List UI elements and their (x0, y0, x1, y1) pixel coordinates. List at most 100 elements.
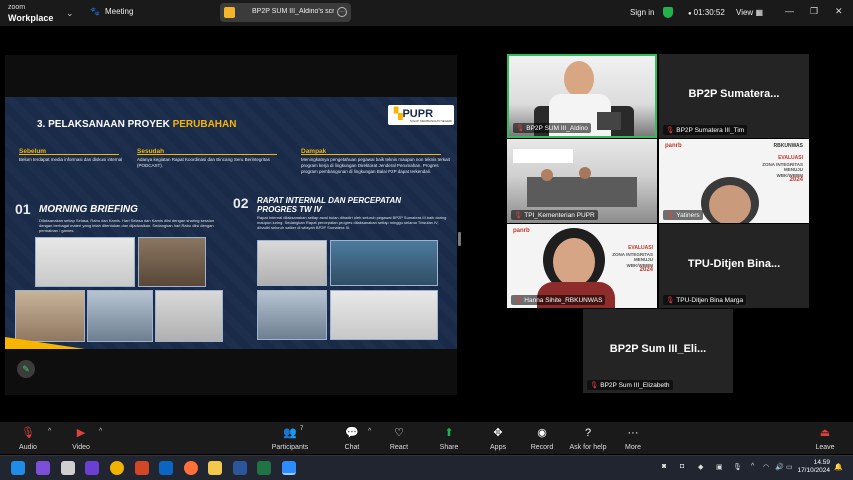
participants-label: Participants (271, 444, 309, 451)
participant-face (553, 238, 595, 286)
tile-display-name: BP2P Sum III_Eli... (609, 343, 707, 355)
meeting-toolbar: 🎙 Audio ^ ▶ Video ^ 👥 Participants 7 💬 C… (0, 422, 853, 454)
panrb-logo: panrb (513, 228, 530, 234)
section2-title-line1: RAPAT INTERNAL DAN PERCEPATAN (257, 196, 401, 205)
briefing-schedule-photo (35, 237, 135, 287)
battery-icon[interactable]: ▭ (786, 463, 793, 471)
rbkunwas-logo: RBKUNWAS (773, 143, 803, 149)
react-button[interactable]: ♡ React (371, 426, 427, 451)
tile-name-tag: 🎙 TPI_Kementerian PUPR (511, 210, 598, 220)
participants-count: 7 (300, 426, 304, 432)
briefing-photo-1 (138, 237, 206, 287)
evaluation-banner: EVALUASI ZONA INTEGRITAS MENUJU WBK/WBBM… (762, 155, 803, 184)
video-tile-tpu-bina-marga[interactable]: TPU-Ditjen Bina... 🎙 TPU-Ditjen Bina Marg… (659, 224, 809, 308)
powerpoint-icon[interactable] (135, 461, 149, 475)
col-before-divider (19, 154, 119, 155)
video-tile-aldino[interactable]: 🎙 BP2P SUM III_Aldino (507, 54, 657, 138)
more-label: More (625, 444, 641, 451)
more-dots-icon: ··· (627, 427, 639, 439)
mic-muted-icon: 🎙 (516, 125, 525, 132)
splitter-handle[interactable] (458, 232, 461, 246)
more-options-icon[interactable]: ··· (337, 7, 347, 17)
view-button[interactable]: View ▦ (736, 8, 763, 17)
window-light (513, 149, 573, 163)
tile-name: TPI_Kementerian PUPR (524, 212, 595, 219)
participant-face (564, 61, 594, 97)
meeting-tab[interactable]: 🐾 Meeting (90, 7, 133, 16)
video-tile-bp2p-tim[interactable]: BP2P Sumatera... 🎙 BP2P Sumatera III_Tim (659, 54, 809, 138)
title-bar: zoom Workplace ⌄ 🐾 Meeting BP2P SUM III_A… (0, 0, 853, 26)
video-tile-hanna[interactable]: panrb EVALUASI ZONA INTEGRITAS MENUJU WB… (507, 224, 657, 308)
tile-name: Hanna Sihite_RBKUNWAS (524, 297, 603, 304)
zoom-taskbar-icon[interactable] (282, 461, 296, 475)
close-icon[interactable]: ✕ (835, 6, 843, 17)
firefox-icon[interactable] (184, 461, 198, 475)
minimize-icon[interactable]: — (785, 6, 794, 16)
tile-name-tag: 🎙 Yatiners (663, 210, 703, 220)
annotate-pencil-icon[interactable]: ✎ (17, 360, 35, 378)
mic-muted-icon: 🎙 (666, 127, 675, 134)
video-tile-tpi-pupr[interactable]: 🎙 TPI_Kementerian PUPR (507, 139, 657, 223)
briefing-photo-4 (155, 290, 223, 342)
tray-icon-4[interactable]: ▣ (716, 463, 723, 471)
mic-muted-icon: 🎙 (666, 297, 675, 304)
word-icon[interactable] (233, 461, 247, 475)
video-tile-yatiners[interactable]: panrb RBKUNWAS EVALUASI ZONA INTEGRITAS … (659, 139, 809, 223)
app-icon-1[interactable] (85, 461, 99, 475)
copilot-icon[interactable] (36, 461, 50, 475)
tile-name-tag: 🎙 TPU-Ditjen Bina Marga (663, 295, 747, 305)
participants-button[interactable]: 👥 Participants (262, 426, 318, 451)
shield-icon[interactable] (663, 7, 673, 18)
share-screen-icon (224, 7, 235, 18)
volume-icon[interactable]: 🔊 (775, 463, 784, 471)
react-label: React (389, 444, 409, 451)
section2-title-line2: PROGRES TW IV (257, 205, 322, 214)
leave-button[interactable]: ⏏ Leave (797, 426, 853, 451)
slide-title: 3. PELAKSANAAN PROYEK PERUBAHAN (37, 119, 236, 130)
eval-year: 2024 (639, 267, 653, 273)
restore-icon[interactable]: ❐ (810, 6, 818, 17)
participants-icon: 👥 (283, 427, 297, 439)
wifi-icon[interactable]: ◠ (763, 463, 769, 471)
file-explorer-icon[interactable] (208, 461, 222, 475)
chevron-up-icon[interactable]: ^ (751, 463, 754, 470)
slide-title-prefix: 3. PELAKSANAAN PROYEK (37, 119, 173, 130)
outlook-icon[interactable] (159, 461, 173, 475)
screen-share-indicator[interactable]: BP2P SUM III_Aldino's screen ··· (220, 3, 351, 22)
share-label: Share (439, 444, 459, 451)
meeting-presentation-photo (330, 240, 438, 286)
chrome-icon[interactable] (110, 461, 124, 475)
more-button[interactable]: ··· More (605, 426, 661, 451)
zoom-brand[interactable]: zoom Workplace (8, 3, 53, 23)
video-tile-elizabeth[interactable]: BP2P Sum III_Eli... 🎙 BP2P Sum III_Elizab… (583, 309, 733, 393)
mic-muted-icon: 🎙 (590, 382, 599, 389)
share-button[interactable]: ⬆ Share (421, 426, 477, 451)
col-after-divider (137, 154, 277, 155)
notification-bell-icon[interactable]: 🔔 (834, 463, 843, 471)
shared-screen[interactable]: 3. PELAKSANAAN PROYEK PERUBAHAN ▚PUPR SI… (5, 55, 457, 395)
briefing-photo-3 (87, 290, 153, 342)
windows-start-icon[interactable] (11, 461, 25, 475)
chevron-down-icon[interactable]: ⌄ (66, 8, 74, 19)
audio-label: Audio (19, 444, 37, 451)
meeting-table (527, 177, 637, 207)
video-options-caret[interactable]: ^ (99, 428, 102, 435)
system-clock[interactable]: 14.59 17/10/2024 (796, 459, 830, 475)
tile-name-tag: 🎙 BP2P Sumatera III_Tim (663, 125, 748, 135)
audio-options-caret[interactable]: ^ (48, 428, 51, 435)
video-label: Video (72, 444, 90, 451)
microphone-tray-icon[interactable]: 🎙 (733, 463, 742, 471)
meeting-label: Meeting (104, 7, 134, 16)
section2-number: 02 (233, 195, 249, 211)
mic-muted-icon: 🎙 (514, 297, 523, 304)
excel-icon[interactable] (257, 461, 271, 475)
tile-name: TPU-Ditjen Bina Marga (676, 297, 744, 304)
store-icon[interactable] (61, 461, 75, 475)
briefing-photo-2 (15, 290, 85, 342)
clock-date: 17/10/2024 (797, 467, 830, 474)
tray-icon-3[interactable]: ◆ (698, 463, 703, 471)
leave-label: Leave (815, 444, 835, 451)
tray-icon-1[interactable]: ◙ (662, 463, 666, 470)
tray-icon-2[interactable]: ◘ (680, 463, 684, 470)
signin-link[interactable]: Sign in (630, 8, 654, 17)
